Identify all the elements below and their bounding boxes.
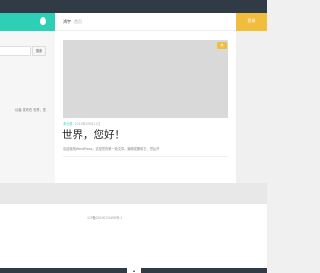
scroll-top-button[interactable]: ▴ bbox=[127, 268, 141, 273]
chevron-up-icon: ▴ bbox=[132, 268, 135, 273]
post-excerpt: 欢迎使用WordPress。这是您的第一篇文章。编辑或删除它，然后开 bbox=[63, 147, 160, 151]
logo-area[interactable] bbox=[0, 13, 55, 31]
breadcrumb: 鸿宇 首页 bbox=[63, 19, 82, 25]
post-thumbnail[interactable] bbox=[63, 40, 228, 118]
breadcrumb-current: 首页 bbox=[74, 19, 82, 24]
header-divider bbox=[55, 30, 236, 31]
post-date: 2019年09月11日 bbox=[74, 122, 101, 126]
search-button[interactable]: 搜索 bbox=[32, 46, 46, 56]
top-nav-bar bbox=[0, 0, 267, 13]
search-input[interactable] bbox=[0, 46, 31, 56]
post-category[interactable]: 未分类 bbox=[63, 122, 73, 126]
login-label[interactable]: 登录 bbox=[236, 18, 267, 24]
icp-license[interactable]: ICP备2019123456号-1 bbox=[0, 216, 210, 221]
post-divider bbox=[63, 156, 228, 157]
logo-drop-icon[interactable] bbox=[40, 17, 46, 25]
sidebar-comment-text[interactable]: 仙者 发布在 世界，您 bbox=[0, 108, 46, 113]
breadcrumb-home[interactable]: 鸿宇 bbox=[63, 19, 71, 24]
footer-band bbox=[0, 183, 267, 204]
post-meta: 未分类 2019年09月11日 bbox=[63, 122, 100, 127]
post-hot-badge: 热 bbox=[217, 42, 227, 49]
footer bbox=[0, 204, 267, 268]
post-title[interactable]: 世界，您好！ bbox=[62, 128, 125, 142]
